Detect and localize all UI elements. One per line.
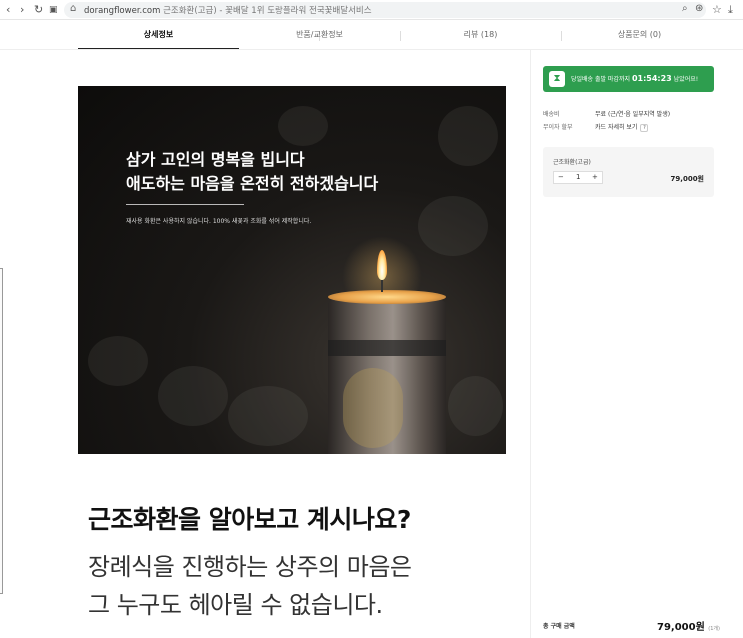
total-count: (1개): [708, 626, 720, 632]
option-name: 근조화환(고급): [553, 159, 591, 166]
tab-detail[interactable]: 상세정보: [78, 22, 239, 50]
candle-wick: [381, 278, 383, 292]
bookmark-icon[interactable]: ☆: [712, 3, 722, 16]
help-icon[interactable]: ?: [640, 123, 649, 132]
hero-banner: 삼가 고인의 명복을 빕니다 애도하는 마음을 온전히 전하겠습니다 재사용 화…: [78, 86, 506, 454]
hero-divider: [126, 204, 244, 205]
deadline-text: 당일배송 출발 마감까지 01:54:23 남았어요!: [571, 74, 699, 83]
bokeh-light: [278, 106, 328, 146]
download-icon[interactable]: ⤓: [728, 3, 733, 17]
bokeh-light: [158, 366, 228, 426]
site-info-icon[interactable]: ⌂: [70, 3, 76, 14]
qty-value[interactable]: 1: [576, 173, 580, 181]
purchase-panel: ⧗ 당일배송 출발 마감까지 01:54:23 남았어요! 배송비 무료 (근/…: [530, 50, 726, 638]
forward-icon[interactable]: ›: [20, 3, 24, 17]
shipping-value: 무료 (근/연·음 일부지역 발생): [595, 111, 671, 118]
body-line1: 장례식을 진행하는 상주의 마음은: [88, 553, 412, 581]
qty-increase-button[interactable]: +: [592, 173, 598, 181]
section-body: 장례식을 진행하는 상주의 마음은 그 누구도 헤아릴 수 없습니다.: [88, 548, 412, 624]
section-heading: 근조화환을 알아보고 계시나요?: [88, 505, 411, 534]
address-bar[interactable]: ⌂ dorangflower.com 근조화환(고급) - 꽃배달 1위 도랑플…: [64, 2, 706, 18]
countdown-timer: 01:54:23: [631, 74, 672, 83]
tab-reviews[interactable]: 리뷰 (18): [400, 22, 561, 50]
candle-emblem: [343, 368, 403, 448]
browser-toolbar: ‹ › ↻ ▣ ⌂ dorangflower.com 근조화환(고급) - 꽃배…: [0, 0, 743, 20]
back-icon[interactable]: ‹: [6, 3, 10, 17]
candle-top: [328, 290, 446, 304]
hero-title: 삼가 고인의 명복을 빕니다 애도하는 마음을 온전히 전하겠습니다: [126, 148, 378, 196]
url-text: dorangflower.com 근조화환(고급) - 꽃배달 1위 도랑플라워…: [84, 6, 372, 16]
tab-product-qna[interactable]: 상품문의 (0): [561, 22, 718, 50]
bokeh-light: [88, 336, 148, 386]
installment-row: 무이자 할부 카드 자세히 보기?: [543, 122, 649, 132]
shipping-label: 배송비: [543, 111, 560, 118]
total-label: 총 구매 금액: [543, 623, 575, 630]
body-line2: 그 누구도 헤아릴 수 없습니다.: [88, 591, 383, 619]
total-price: 79,000원 (1개): [657, 622, 720, 633]
tab-return-exchange[interactable]: 반품/교환정보: [239, 22, 400, 50]
hero-title-line2: 애도하는 마음을 온전히 전하겠습니다: [126, 174, 379, 193]
bokeh-light: [448, 376, 503, 436]
zoom-icon[interactable]: ⌕: [682, 3, 688, 14]
hero-subtitle: 재사용 화환은 사용하지 않습니다. 100% 새꽃과 조화를 섞어 제작합니다…: [126, 218, 312, 225]
bokeh-light: [418, 196, 488, 256]
candle-ribbon: [328, 340, 446, 356]
delivery-deadline-badge: ⧗ 당일배송 출발 마감까지 01:54:23 남았어요!: [543, 66, 714, 92]
installment-value[interactable]: 카드 자세히 보기?: [595, 122, 649, 132]
installment-label: 무이자 할부: [543, 124, 573, 131]
shipping-row: 배송비 무료 (근/연·음 일부지역 발생): [543, 109, 670, 118]
side-panel-edge: [0, 268, 3, 594]
selected-option: 근조화환(고급) − 1 + 79,000원: [543, 147, 714, 197]
tab-search-icon[interactable]: ▣: [49, 3, 58, 17]
qty-decrease-button[interactable]: −: [558, 173, 564, 181]
bokeh-light: [228, 386, 308, 446]
bokeh-light: [438, 106, 498, 166]
translate-icon[interactable]: ⊛: [695, 3, 703, 14]
hourglass-icon: ⧗: [549, 71, 565, 87]
quantity-stepper: − 1 +: [553, 171, 603, 184]
product-tabs: 상세정보 반품/교환정보 리뷰 (18) 상품문의 (0): [78, 22, 718, 50]
option-price: 79,000원: [670, 175, 704, 183]
hero-title-line1: 삼가 고인의 명복을 빕니다: [126, 150, 305, 169]
reload-icon[interactable]: ↻: [34, 3, 43, 17]
